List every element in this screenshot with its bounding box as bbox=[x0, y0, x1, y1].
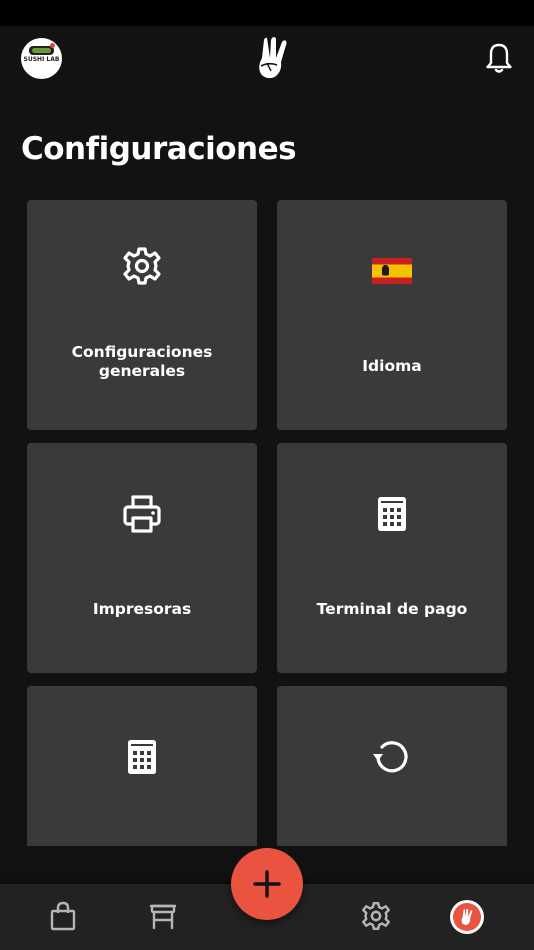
refresh-icon bbox=[373, 741, 408, 773]
brand-text: SUSHI LAB bbox=[23, 56, 60, 63]
peace-hand-icon bbox=[259, 37, 287, 79]
add-button[interactable] bbox=[231, 848, 303, 920]
table-icon[interactable] bbox=[148, 901, 178, 931]
profile-button[interactable] bbox=[450, 900, 484, 934]
tile-label: Terminal de pago bbox=[316, 600, 468, 618]
tile-label: Configuraciones generales bbox=[71, 343, 213, 380]
tile-label: Idioma bbox=[362, 357, 422, 375]
tile-general-settings[interactable]: Configuraciones generales bbox=[27, 200, 257, 430]
app-screen: SUSHI LAB Configuraciones Configuracione… bbox=[0, 26, 534, 950]
printer-icon bbox=[123, 495, 161, 533]
tile-label: Impresoras bbox=[92, 600, 192, 618]
add-icon bbox=[253, 870, 281, 898]
page-title: Configuraciones bbox=[21, 131, 297, 167]
tile-printers[interactable]: Impresoras bbox=[27, 443, 257, 673]
gear-icon[interactable] bbox=[361, 901, 391, 931]
tile-payment-terminal[interactable]: Terminal de pago bbox=[277, 443, 507, 673]
peace-hand-icon bbox=[461, 908, 473, 925]
calculator-icon bbox=[128, 740, 156, 774]
logo-shape bbox=[32, 48, 51, 53]
restaurant-avatar[interactable]: SUSHI LAB bbox=[21, 38, 62, 79]
logo-shape bbox=[50, 43, 55, 48]
tile-language[interactable]: Idioma bbox=[277, 200, 507, 430]
spain-flag-icon bbox=[372, 258, 412, 284]
shopping-bag-icon[interactable] bbox=[48, 901, 78, 931]
settings-grid: Configuraciones generales Idioma Impreso… bbox=[0, 200, 534, 846]
bell-icon[interactable] bbox=[484, 42, 514, 74]
tile-terminal-2[interactable] bbox=[27, 686, 257, 846]
status-bar bbox=[0, 0, 534, 26]
profile-badge bbox=[453, 903, 481, 931]
gear-icon bbox=[123, 247, 161, 285]
calculator-icon bbox=[378, 497, 406, 531]
tile-reset[interactable] bbox=[277, 686, 507, 846]
